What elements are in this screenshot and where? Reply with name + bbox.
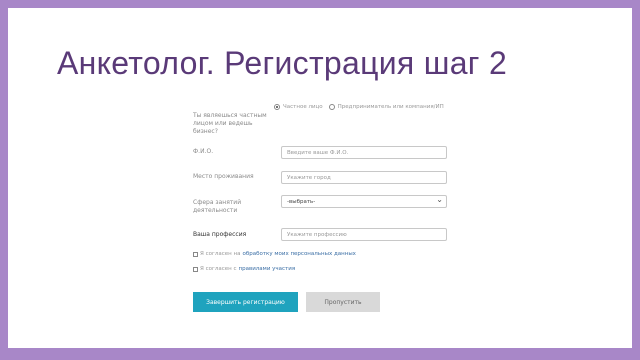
radio-private[interactable]: Частное лицо [274,104,323,110]
status-label: Ты являешься частным лицом или ведешь би… [193,112,267,135]
consent-rules-prefix: Я согласен с [200,266,237,272]
radio-private-dot[interactable] [274,104,280,110]
consent-rules-checkbox[interactable] [193,266,198,272]
status-radio-group: Частное лицо Предприниматель или компани… [274,104,444,110]
consent-rules[interactable]: Я согласен с правилами участия [193,266,295,272]
radio-business-label: Предприниматель или компания/ИП [337,104,444,110]
consent-rules-link[interactable]: правилами участия [239,266,296,272]
city-label: Место проживания [193,173,254,180]
profession-label: Ваша профессия [193,231,247,238]
finish-registration-button[interactable]: Завершить регистрацию [193,292,298,312]
radio-business-dot[interactable] [328,104,335,110]
consent-personal-data[interactable]: Я согласен на обработку моих персональны… [193,251,356,257]
consent-personal-data-prefix: Я согласен на [200,251,241,257]
sphere-selected-value: -выбрать- [287,199,316,205]
skip-button[interactable]: Пропустить [306,292,380,312]
city-field[interactable]: Укажите город [281,171,447,184]
name-field[interactable]: Введите ваше Ф.И.О. [281,146,447,159]
sphere-select[interactable]: -выбрать- [281,195,447,208]
sphere-label: Сфера занятий деятельности [193,199,242,214]
consent-personal-data-checkbox[interactable] [193,251,198,257]
profession-field[interactable]: Укажите профессию [281,228,447,241]
radio-business[interactable]: Предприниматель или компания/ИП [328,104,444,110]
page-title: Анкетолог. Регистрация шаг 2 [57,45,508,81]
consent-personal-data-link[interactable]: обработку моих персональных данных [242,251,355,257]
name-label: Ф.И.О. [193,148,214,155]
radio-private-label: Частное лицо [283,104,323,110]
